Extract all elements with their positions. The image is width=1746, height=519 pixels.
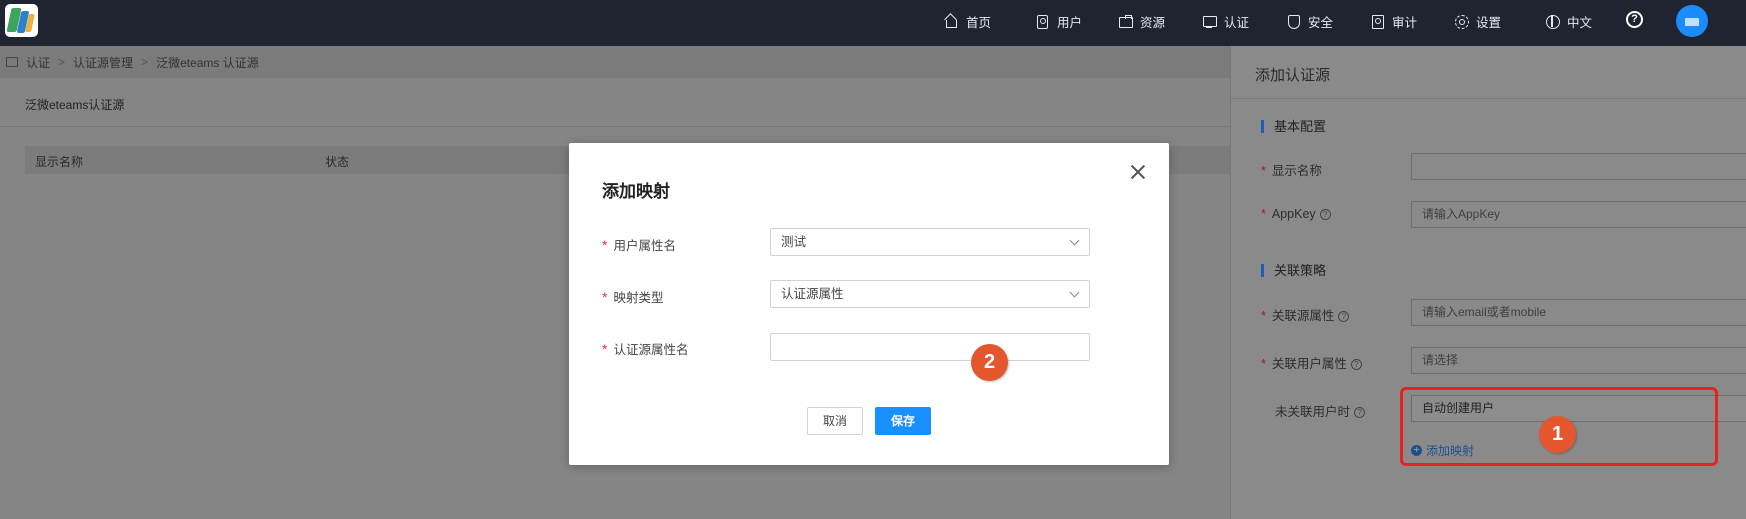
nav-label: 设置	[1476, 15, 1502, 30]
question-icon[interactable]: ?	[1350, 359, 1362, 370]
link-source-attr-input[interactable]: 请输入email或者mobile	[1411, 299, 1746, 326]
divider	[0, 126, 1230, 127]
unlinked-user-label: 未关联用户时?	[1275, 401, 1366, 420]
nav-label: 认证	[1224, 15, 1250, 30]
auth-icon	[1202, 14, 1217, 28]
drawer-title: 添加认证源	[1255, 67, 1331, 84]
nav-label: 安全	[1308, 15, 1334, 30]
top-navigation-bar: 首页 用户 资源 认证 安全 审计 设置 中文 ?	[0, 0, 1746, 46]
card-title: 泛微eteams认证源	[25, 98, 125, 112]
close-icon[interactable]	[1129, 163, 1147, 181]
nav-item-language[interactable]: 中文	[1545, 0, 1592, 42]
shield-icon	[1286, 14, 1300, 29]
appkey-input[interactable]: 请输入AppKey	[1411, 201, 1746, 228]
user-attr-select[interactable]: 测试	[770, 228, 1090, 256]
mapping-type-label: * 映射类型	[602, 289, 664, 305]
divider	[1231, 98, 1746, 99]
select-value: 测试	[781, 235, 807, 249]
link-source-attr-label: * 关联源属性?	[1261, 305, 1350, 324]
gear-icon	[1454, 14, 1469, 29]
question-icon[interactable]: ?	[1319, 209, 1331, 220]
required-mark: *	[602, 341, 608, 357]
required-mark: *	[1261, 357, 1266, 371]
nav-item-audit[interactable]: 审计	[1370, 0, 1417, 42]
source-attr-input[interactable]	[770, 333, 1090, 361]
column-header-display-name: 显示名称	[35, 155, 84, 169]
user-icon	[1035, 14, 1049, 29]
breadcrumb-item[interactable]: 认证	[26, 54, 50, 71]
display-name-label: * 显示名称	[1261, 164, 1322, 178]
nav-item-user[interactable]: 用户	[1035, 0, 1082, 42]
chevron-down-icon	[1069, 287, 1080, 298]
link-user-attr-label: * 关联用户属性?	[1261, 353, 1362, 372]
required-mark: *	[1261, 207, 1266, 221]
modal-title: 添加映射	[602, 182, 670, 201]
nav-item-home[interactable]: 首页	[944, 0, 991, 42]
app-logo[interactable]	[5, 4, 38, 37]
step-badge-1: 1	[1539, 416, 1576, 453]
nav-item-auth[interactable]: 认证	[1202, 0, 1249, 42]
nav-label: 用户	[1057, 15, 1083, 30]
required-mark: *	[602, 289, 608, 305]
question-icon[interactable]: ?	[1338, 311, 1350, 322]
home-icon	[944, 14, 958, 28]
nav-item-security[interactable]: 安全	[1286, 0, 1333, 42]
nav-label: 中文	[1567, 15, 1593, 30]
nav-item-resource[interactable]: 资源	[1118, 0, 1165, 42]
display-name-input[interactable]	[1411, 153, 1746, 180]
required-mark: *	[1261, 164, 1266, 178]
required-mark: *	[602, 237, 608, 253]
chevron-down-icon	[1069, 235, 1080, 246]
breadcrumb-separator: >	[141, 55, 149, 69]
nav-item-settings[interactable]: 设置	[1454, 0, 1501, 42]
section-link-strategy: 关联策略	[1261, 264, 1326, 277]
appkey-label: * AppKey?	[1261, 207, 1331, 221]
monitor-icon	[6, 57, 18, 67]
audit-icon	[1370, 14, 1384, 29]
user-attr-label: * 用户属性名	[602, 237, 676, 253]
column-header-status: 状态	[325, 155, 350, 169]
link-user-attr-select[interactable]: 请选择	[1411, 347, 1746, 374]
resource-icon	[1118, 14, 1133, 28]
required-mark: *	[1261, 309, 1266, 323]
breadcrumb-item[interactable]: 认证源管理	[73, 54, 133, 71]
breadcrumb: 认证 > 认证源管理 > 泛微eteams 认证源	[0, 46, 1230, 78]
language-icon	[1545, 14, 1560, 29]
question-icon[interactable]: ?	[1354, 407, 1366, 418]
section-basic-config: 基本配置	[1261, 120, 1326, 133]
breadcrumb-separator: >	[58, 55, 66, 69]
nav-label: 资源	[1140, 15, 1166, 30]
cancel-button[interactable]: 取消	[807, 407, 863, 435]
step-badge-2: 2	[971, 344, 1008, 381]
source-attr-label: * 认证源属性名	[602, 341, 689, 357]
mapping-type-select[interactable]: 认证源属性	[770, 280, 1090, 308]
help-icon[interactable]: ?	[1626, 11, 1643, 28]
breadcrumb-current: 泛微eteams 认证源	[156, 55, 259, 70]
nav-label: 审计	[1392, 15, 1418, 30]
save-button[interactable]: 保存	[875, 407, 931, 435]
avatar[interactable]	[1676, 5, 1708, 37]
add-mapping-modal: 添加映射 * 用户属性名 测试 * 映射类型 认证源属性 * 认证源属性名 取消 保存	[569, 143, 1169, 465]
nav-label: 首页	[966, 15, 992, 30]
select-value: 认证源属性	[781, 287, 844, 301]
